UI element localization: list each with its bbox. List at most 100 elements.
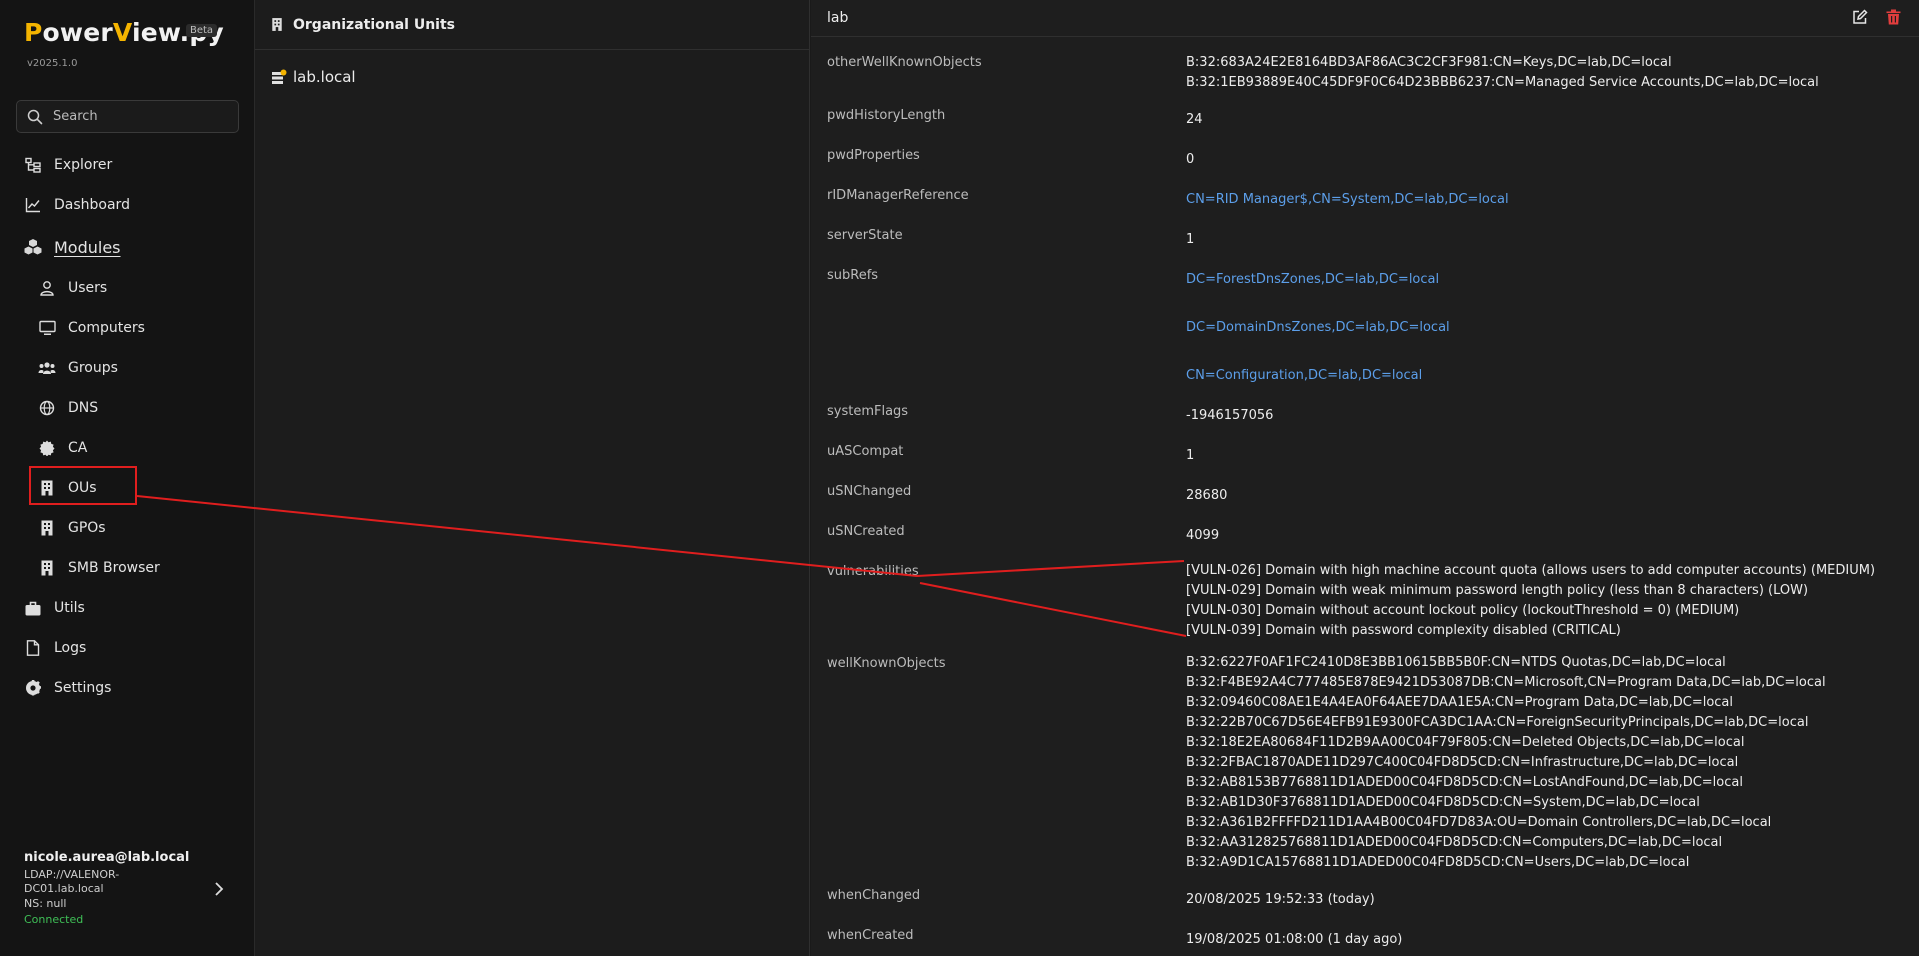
details-header: lab [811, 0, 1919, 37]
prop-value-line: B:32:F4BE92A4C777485E878E9421D53087DB:CN… [1186, 675, 1826, 690]
prop-value-line: B:32:09460C08AE1E4A4EA0F64AEE7DAA1E5A:CN… [1186, 695, 1734, 710]
building-icon [38, 519, 56, 537]
file-icon [24, 639, 42, 657]
nav-explorer[interactable]: Explorer [24, 153, 112, 177]
nameserver: NS: null [24, 897, 67, 910]
nav-ca[interactable]: CA [38, 436, 87, 460]
nav-dns-label: DNS [68, 400, 99, 416]
certificate-icon [38, 439, 56, 457]
briefcase-icon [24, 599, 42, 617]
search-icon [27, 109, 43, 124]
prop-label: uASCompat [827, 444, 904, 459]
nav-users-label: Users [68, 280, 108, 296]
nav-dashboard[interactable]: Dashboard [24, 193, 130, 217]
details-panel: lab otherWellKnownObjects B:32:683A24E2E… [811, 0, 1919, 956]
prop-label: whenChanged [827, 888, 921, 903]
prop-label: uSNChanged [827, 484, 912, 499]
sidebar: PowerView.py Beta v2025.1.0 Explorer Das… [0, 0, 255, 956]
prop-label: vulnerabilities [827, 564, 919, 579]
globe-icon [38, 399, 56, 417]
trash-icon[interactable] [1886, 9, 1901, 25]
prop-value-line: B:32:AA312825768811D1ADED00C04FD8D5CD:CN… [1186, 835, 1723, 850]
nav-computers-label: Computers [68, 320, 145, 336]
ldap-server: LDAP://VALENOR-DC01.lab.local [24, 868, 120, 895]
prop-label: pwdHistoryLength [827, 108, 946, 123]
nav-logs[interactable]: Logs [24, 636, 86, 660]
vulnerability-item: [VULN-030] Domain without account lockou… [1186, 603, 1740, 618]
prop-value-line: B:32:AB8153B7768811D1ADED00C04FD8D5CD:CN… [1186, 775, 1743, 790]
vulnerability-item: [VULN-029] Domain with weak minimum pass… [1186, 583, 1809, 598]
gear-icon [24, 679, 42, 697]
connection-status: Connected [24, 913, 84, 926]
nav-utils-label: Utils [54, 600, 85, 616]
nav-gpos[interactable]: GPOs [38, 516, 106, 540]
logo-p: P [24, 18, 43, 47]
beta-badge: Beta [186, 24, 218, 37]
prop-value-link[interactable]: CN=RID Manager$,CN=System,DC=lab,DC=loca… [1186, 190, 1509, 210]
prop-value-link[interactable]: CN=Configuration,DC=lab,DC=local [1186, 366, 1422, 386]
prop-value: 4099 [1186, 528, 1220, 543]
nav-logs-label: Logs [54, 640, 87, 656]
prop-value: 0 [1186, 152, 1195, 167]
building-icon [38, 559, 56, 577]
app-version: v2025.1.0 [27, 58, 78, 69]
nav-smb-browser-label: SMB Browser [68, 560, 160, 576]
vulnerability-item: [VULN-039] Domain with password complexi… [1186, 623, 1621, 638]
chevron-right-icon[interactable] [214, 881, 224, 901]
prop-label: rIDManagerReference [827, 188, 969, 203]
nav-smb-browser[interactable]: SMB Browser [38, 556, 160, 580]
nav-dashboard-label: Dashboard [54, 197, 130, 213]
prop-value-line: B:32:18E2EA80684F11D2B9AA00C04F79F805:CN… [1186, 735, 1745, 750]
prop-value-list: B:32:6227F0AF1FC2410D8E3BB10615BB5B0F:CN… [1186, 653, 1826, 873]
prop-label: uSNCreated [827, 524, 905, 539]
prop-value: 28680 [1186, 488, 1228, 503]
search-box[interactable] [16, 100, 239, 133]
prop-value: 24 [1186, 112, 1203, 127]
ou-tree-item[interactable]: lab.local [271, 68, 356, 86]
prop-value-line: B:32:A361B2FFFFD211D1AA4B00C04FD7D83A:OU… [1186, 815, 1772, 830]
prop-label: subRefs [827, 268, 879, 283]
nav-groups-label: Groups [68, 360, 118, 376]
nav-modules[interactable]: Modules [24, 235, 121, 259]
prop-value-line: B:32:2FBAC1870ADE11D297C400C04FD8D5CD:CN… [1186, 755, 1739, 770]
chart-line-icon [24, 196, 42, 214]
details-actions [1852, 9, 1901, 25]
details-title: lab [827, 10, 849, 26]
users-group-icon [38, 359, 56, 377]
logo-v: V [112, 18, 132, 47]
prop-value-line: B:32:22B70C67D56E4EFB91E9300FCA3DC1AA:CN… [1186, 715, 1809, 730]
cubes-icon [24, 238, 42, 256]
edit-icon[interactable] [1852, 9, 1868, 25]
nav-utils[interactable]: Utils [24, 596, 85, 620]
prop-label: otherWellKnownObjects [827, 55, 982, 70]
user-email: nicole.aurea@lab.local [24, 850, 190, 865]
prop-value-link[interactable]: DC=ForestDnsZones,DC=lab,DC=local [1186, 270, 1439, 290]
prop-value: 1 [1186, 232, 1195, 247]
prop-value-link[interactable]: DC=DomainDnsZones,DC=lab,DC=local [1186, 318, 1450, 338]
monitor-icon [38, 319, 56, 337]
prop-label: serverState [827, 228, 903, 243]
nav-ca-label: CA [68, 440, 88, 456]
tree-icon [24, 156, 42, 174]
nav-users[interactable]: Users [38, 276, 107, 300]
nav-dns[interactable]: DNS [38, 396, 98, 420]
prop-value: -1946157056 [1186, 408, 1274, 423]
prop-value: 19/08/2025 01:08:00 (1 day ago) [1186, 932, 1403, 947]
app-root: PowerView.py Beta v2025.1.0 Explorer Das… [0, 0, 1919, 956]
prop-label: wellKnownObjects [827, 656, 946, 671]
nav-settings[interactable]: Settings [24, 676, 111, 700]
logo-ower: ower [42, 18, 113, 47]
nav-computers[interactable]: Computers [38, 316, 145, 340]
ou-panel-header: Organizational Units [255, 0, 809, 50]
search-input[interactable] [53, 109, 223, 124]
ou-panel-title: Organizational Units [293, 16, 455, 33]
prop-value-line: B:32:683A24E2E8164BD3AF86AC3C2CF3F981:CN… [1186, 55, 1672, 70]
nav-modules-label: Modules [54, 237, 121, 257]
nav-groups[interactable]: Groups [38, 356, 118, 380]
prop-value: 20/08/2025 19:52:33 (today) [1186, 892, 1375, 907]
user-info: nicole.aurea@lab.local LDAP://VALENOR-DC… [24, 850, 224, 926]
vulnerability-item: [VULN-026] Domain with high machine acco… [1186, 563, 1876, 578]
prop-value-line: B:32:AB1D30F3768811D1ADED00C04FD8D5CD:CN… [1186, 795, 1700, 810]
highlight-box-ous [29, 466, 137, 505]
prop-value-line: B:32:6227F0AF1FC2410D8E3BB10615BB5B0F:CN… [1186, 655, 1726, 670]
